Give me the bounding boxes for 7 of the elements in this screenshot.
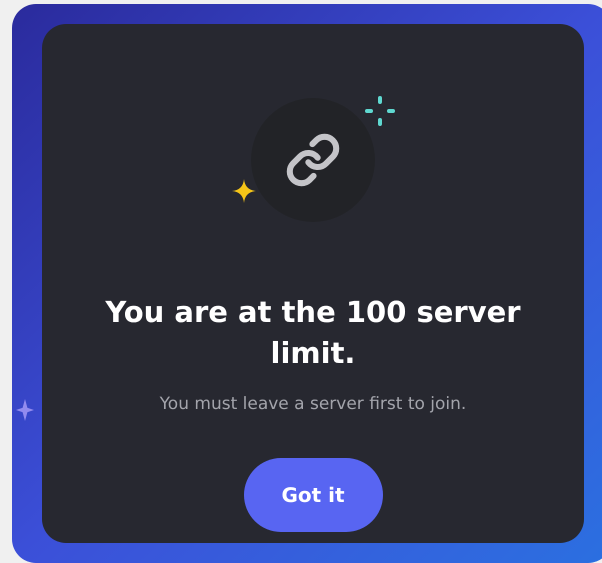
sparkle-icon bbox=[363, 94, 397, 128]
star-icon bbox=[231, 178, 257, 204]
dialog-message: You must leave a server first to join. bbox=[160, 393, 466, 416]
got-it-button[interactable]: Got it bbox=[244, 458, 382, 532]
dialog-title: You are at the 100 server limit. bbox=[104, 294, 522, 372]
link-icon bbox=[285, 132, 341, 188]
sparkle-icon bbox=[16, 399, 34, 421]
